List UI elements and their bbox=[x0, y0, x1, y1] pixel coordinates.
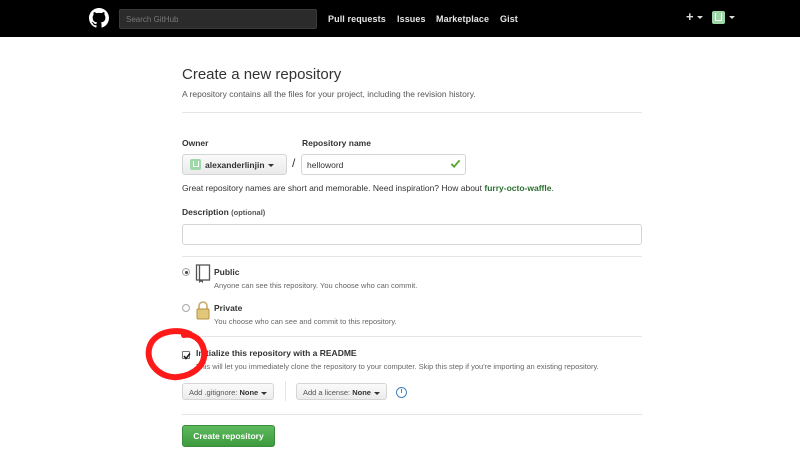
chevron-down-icon[interactable] bbox=[697, 16, 703, 19]
page-title: Create a new repository bbox=[182, 66, 342, 83]
owner-repo-separator: / bbox=[292, 156, 296, 170]
owner-value: alexanderlinjin bbox=[205, 160, 265, 170]
github-octocat-icon[interactable] bbox=[89, 8, 109, 28]
nav-pull-requests[interactable]: Pull requests bbox=[328, 14, 386, 24]
nav-issues[interactable]: Issues bbox=[397, 14, 426, 24]
divider bbox=[182, 414, 642, 415]
private-title: Private bbox=[214, 303, 243, 313]
search-input[interactable]: Search GitHub bbox=[119, 9, 317, 29]
private-note: You choose who can see and commit to thi… bbox=[214, 317, 397, 326]
plus-icon[interactable]: + bbox=[686, 10, 694, 24]
license-select[interactable]: Add a license: None bbox=[296, 383, 387, 400]
annotation-circle bbox=[145, 328, 208, 381]
owner-label: Owner bbox=[182, 138, 209, 148]
checkmark-icon bbox=[450, 159, 461, 169]
chevron-down-icon bbox=[373, 391, 380, 395]
chevron-down-icon bbox=[267, 164, 274, 168]
owner-select[interactable]: alexanderlinjin bbox=[182, 154, 287, 175]
create-repository-button[interactable]: Create repository bbox=[182, 425, 275, 447]
user-avatar-icon[interactable] bbox=[712, 11, 725, 24]
gitignore-select[interactable]: Add .gitignore: None bbox=[182, 383, 275, 400]
repo-name-hint: Great repository names are short and mem… bbox=[182, 183, 554, 193]
user-avatar-icon bbox=[190, 159, 201, 170]
public-title: Public bbox=[214, 267, 240, 277]
top-navbar: Search GitHub Pull requests Issues Marke… bbox=[0, 0, 800, 37]
divider bbox=[182, 112, 642, 113]
info-icon[interactable]: i bbox=[396, 387, 407, 398]
public-radio[interactable] bbox=[182, 268, 190, 276]
page-subtitle: A repository contains all the files for … bbox=[182, 89, 476, 99]
repo-name-input[interactable]: helloword bbox=[301, 154, 466, 175]
readme-title: Initialize this repository with a README bbox=[196, 348, 357, 358]
name-suggestion-link[interactable]: furry-octo-waffle bbox=[484, 183, 551, 193]
divider bbox=[285, 381, 286, 401]
description-label: Description (optional) bbox=[182, 207, 266, 217]
description-input[interactable] bbox=[182, 224, 642, 245]
divider bbox=[182, 256, 642, 257]
repo-book-icon bbox=[195, 264, 211, 283]
nav-marketplace[interactable]: Marketplace bbox=[436, 14, 489, 24]
chevron-down-icon[interactable] bbox=[729, 16, 735, 19]
lock-icon bbox=[196, 301, 210, 320]
public-note: Anyone can see this repository. You choo… bbox=[214, 281, 418, 290]
readme-note: This will let you immediately clone the … bbox=[196, 362, 599, 371]
nav-gist[interactable]: Gist bbox=[500, 14, 518, 24]
repo-name-label: Repository name bbox=[302, 138, 371, 148]
divider bbox=[182, 336, 642, 337]
chevron-down-icon bbox=[261, 391, 268, 395]
private-radio[interactable] bbox=[182, 304, 190, 312]
